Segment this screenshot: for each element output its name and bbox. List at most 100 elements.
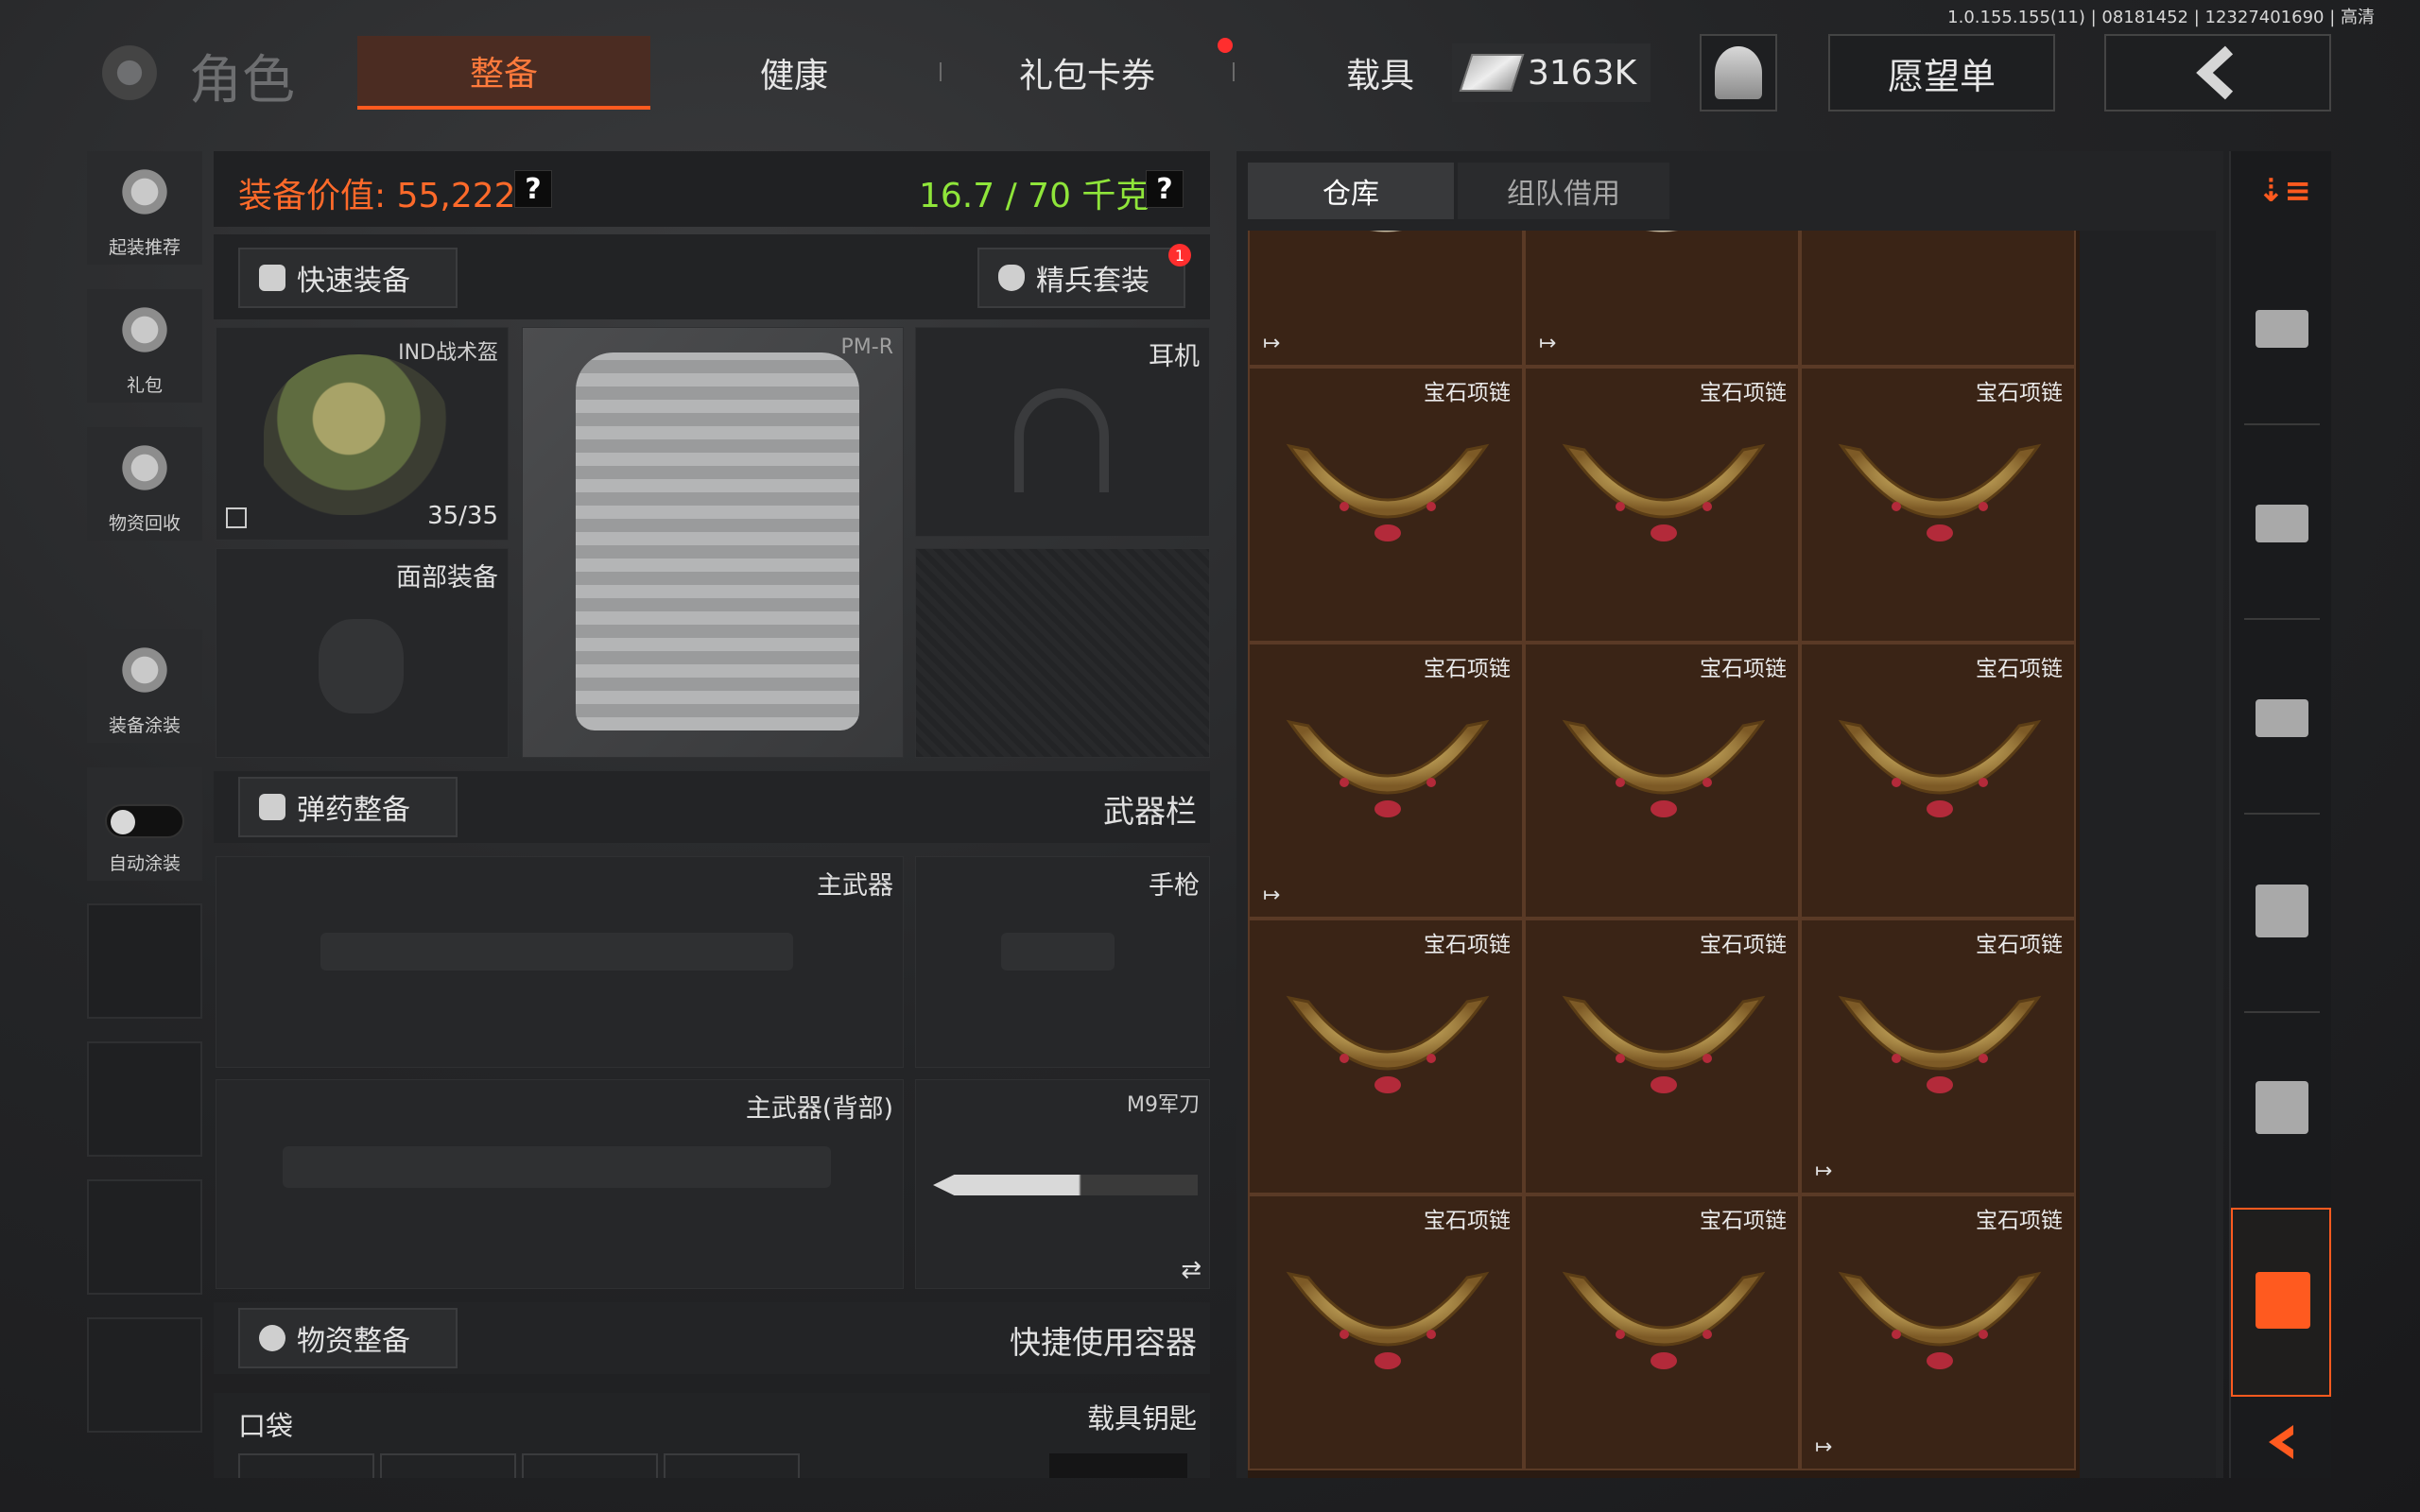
sort-icon[interactable]: ⇣≡ (2257, 172, 2311, 210)
sidebar-item-gift[interactable]: 礼包 (87, 289, 202, 403)
gem-necklace-image (1558, 1255, 1770, 1406)
quick-equip-button[interactable]: 快速装备 (238, 248, 458, 308)
gem-necklace-image (1558, 427, 1770, 578)
sidebar-item-auto-skin[interactable]: 自动涂装 (87, 767, 202, 881)
elite-set-badge: 1 (1168, 244, 1191, 266)
box-icon[interactable] (2256, 885, 2308, 937)
shield-icon (998, 265, 1025, 291)
active-box-tab[interactable] (2231, 1208, 2331, 1397)
porcelain-teapot-image (1301, 231, 1471, 244)
headset-slot[interactable]: 耳机 (915, 327, 1210, 537)
inventory-cell[interactable]: 宝石项链 (1524, 1194, 1800, 1470)
tab-giftpacks[interactable]: 礼包卡券 (955, 36, 1219, 110)
supply-button[interactable]: 物资整备 (238, 1308, 458, 1368)
sidebar-item-skin[interactable]: 装备涂装 (87, 629, 202, 743)
item-name: 宝石项链 (1424, 1209, 1511, 1233)
weight-display: 16.7 / 70 千克 (919, 177, 1150, 215)
armor-name: PM-R (840, 335, 893, 359)
pocket-slot[interactable] (238, 1453, 374, 1478)
pistol-label: 手枪 (1149, 871, 1200, 901)
inventory-cell[interactable]: 宝石项链 (1524, 643, 1800, 919)
transfer-icon: ↦ (1539, 332, 1557, 355)
headset-label: 耳机 (1149, 342, 1200, 371)
item-name: 宝石项链 (1424, 657, 1511, 681)
quick-container-label: 快捷使用容器 (1010, 1324, 1197, 1361)
chevron-left-icon (2196, 45, 2234, 100)
inventory-cell[interactable]: 宝石项链 (1800, 643, 2076, 919)
sidebar-empty-slot (87, 1317, 202, 1433)
rail-divider (2244, 1011, 2320, 1013)
tab-warehouse[interactable]: 仓库 (1248, 163, 1454, 219)
recycle-icon (116, 445, 173, 502)
item-name: 宝石项链 (1976, 381, 2063, 405)
gem-necklace-image (1834, 427, 2046, 578)
tab-health[interactable]: 健康 (662, 36, 926, 110)
melee-label: M9军刀 (1127, 1093, 1200, 1117)
sidebar-empty-slot (87, 903, 202, 1019)
primary-back-label: 主武器(背部) (745, 1094, 893, 1124)
face-label: 面部装备 (396, 563, 498, 593)
primary-weapon-slot[interactable]: 主武器 (216, 856, 904, 1068)
auto-skin-toggle[interactable] (105, 804, 184, 838)
chevron-left-icon (2269, 1425, 2293, 1459)
tab-loadout[interactable]: 整备 (357, 36, 650, 110)
inventory-cell[interactable]: 宝石项链 (1524, 919, 1800, 1194)
sidebar-item-label: 礼包 (126, 375, 163, 396)
collapse-button[interactable] (2231, 1406, 2331, 1478)
help-icon[interactable]: ? (1146, 170, 1184, 208)
inventory-cell[interactable]: 宝石项链 (1248, 919, 1524, 1194)
gem-necklace-image (1282, 427, 1494, 578)
pistol-slot[interactable]: 手枪 (915, 856, 1210, 1068)
gem-necklace-image (1558, 979, 1770, 1130)
armor-slot[interactable]: PM-R (522, 327, 904, 758)
ammo-button[interactable]: 弹药整备 (238, 777, 458, 837)
extra-slot (915, 548, 1210, 758)
inventory-cell[interactable]: 宝石项链 ↦ (1248, 643, 1524, 919)
inventory-cell[interactable]: 宝石项链 ↦ (1800, 919, 2076, 1194)
pocket-slot[interactable] (522, 1453, 658, 1478)
tab-team-borrow[interactable]: 组队借用 (1458, 163, 1669, 219)
item-name: 宝石项链 (1976, 1209, 2063, 1233)
inventory-cell[interactable]: ↦ (1248, 231, 1524, 367)
vehicle-key-slot[interactable] (1049, 1453, 1187, 1478)
inventory-cell[interactable]: 宝石项链 (1248, 367, 1524, 643)
melee-slot[interactable]: M9军刀 ⇄ (915, 1079, 1210, 1289)
help-icon[interactable]: ? (514, 170, 552, 208)
wishlist-button[interactable]: 愿望单 (1828, 34, 2055, 112)
ammo-icon (259, 794, 285, 820)
inventory-cell[interactable]: 宝石项链 (1800, 367, 2076, 643)
loadout-recommend-icon (116, 169, 173, 226)
pocket-slot[interactable] (380, 1453, 516, 1478)
swap-icon[interactable]: ⇄ (1181, 1256, 1201, 1284)
crate-icon[interactable] (2256, 505, 2308, 542)
inventory-cell[interactable]: 宝石项链 ↦ (1800, 1194, 2076, 1470)
tab-divider (940, 62, 942, 81)
transfer-icon: ↦ (1815, 1160, 1833, 1183)
back-button[interactable] (2104, 34, 2331, 112)
item-name: 宝石项链 (1424, 933, 1511, 957)
helmet-image (264, 354, 453, 515)
currency-amount: 3163K (1528, 53, 1637, 93)
profile-button[interactable] (1700, 34, 1777, 112)
back-weapon-slot[interactable]: 主武器(背部) (216, 1079, 904, 1289)
sidebar-item-recommend[interactable]: 起装推荐 (87, 151, 202, 265)
inventory-cell[interactable]: 宝石项链 (1248, 1194, 1524, 1470)
crate-icon[interactable] (2256, 699, 2308, 737)
currency-display[interactable]: 3163K (1452, 43, 1651, 102)
crate-icon[interactable] (2256, 310, 2308, 348)
vest-image (576, 352, 859, 730)
gasmask-icon (319, 619, 404, 713)
box-icon[interactable] (2256, 1081, 2308, 1134)
inventory-cell[interactable]: 宝石项链 (1524, 367, 1800, 643)
face-slot[interactable]: 面部装备 (216, 548, 509, 758)
inventory-cell[interactable] (1800, 231, 2076, 367)
inventory-cell[interactable]: ↦ (1524, 231, 1800, 367)
elite-set-button[interactable]: 精兵套装 (977, 248, 1185, 308)
sidebar-item-recycle[interactable]: 物资回收 (87, 427, 202, 541)
pocket-slot[interactable] (664, 1453, 800, 1478)
sidebar-item-label: 起装推荐 (108, 237, 181, 258)
shirt-icon (259, 265, 285, 291)
gem-necklace-image (1834, 1255, 2046, 1406)
helmet-slot[interactable]: IND战术盔 35/35 (216, 327, 509, 541)
helmet-durability: 35/35 (427, 502, 498, 530)
